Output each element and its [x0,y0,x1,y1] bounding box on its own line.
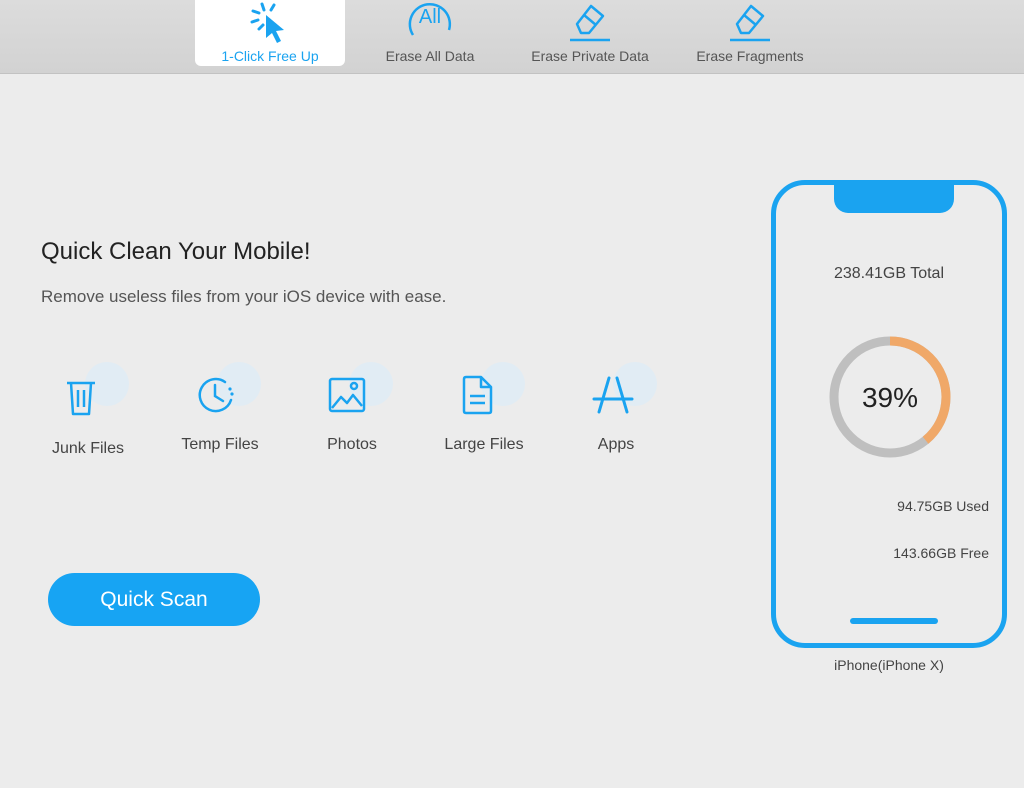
phone-outline: 238.41GB Total 39% 94.75GB Used 143.66GB… [771,180,1007,648]
app-store-icon [592,376,634,414]
quick-scan-button[interactable]: Quick Scan [48,573,260,626]
category-label: Temp Files [181,436,259,453]
category-apps[interactable]: Apps [561,362,671,454]
tab-label: Erase Private Data [531,48,649,64]
tab-label: Erase Fragments [696,48,804,64]
image-icon [328,377,366,413]
storage-donut-chart: 39% [829,336,951,458]
category-junk-files[interactable]: Junk Files [33,362,143,458]
all-icon-text: All [419,6,441,28]
eraser-icon [567,0,613,49]
category-label: Large Files [444,436,524,453]
phone-home-bar [850,618,938,624]
tab-1-click-free-up[interactable]: 1-Click Free Up [195,0,345,66]
category-temp-files[interactable]: Temp Files [165,362,275,454]
category-label: Apps [597,436,635,453]
storage-free: 143.66GB Free [893,545,989,561]
top-toolbar: 1-Click Free Up All Erase All Data Erase… [0,0,1024,74]
all-icon: All [405,0,455,49]
storage-total: 238.41GB Total [833,265,944,282]
tab-erase-private-data[interactable]: Erase Private Data [515,0,665,66]
storage-percent: 39% [862,382,918,413]
page-subtitle: Remove useless files from your iOS devic… [41,287,447,306]
page-title: Quick Clean Your Mobile! [41,238,311,265]
tab-erase-fragments[interactable]: Erase Fragments [675,0,825,66]
category-label: Photos [327,436,377,453]
tab-erase-all-data[interactable]: All Erase All Data [355,0,505,66]
cursor-click-icon [247,0,293,51]
eraser-icon [727,0,773,49]
category-large-files[interactable]: Large Files [429,362,539,454]
phone-notch [834,183,954,213]
device-name: iPhone(iPhone X) [834,657,944,673]
category-photos[interactable]: Photos [297,362,407,454]
tab-label: Erase All Data [385,48,475,64]
tab-label: 1-Click Free Up [221,48,319,64]
trash-icon [67,381,95,416]
clock-icon [198,377,234,413]
file-icon [462,375,493,415]
storage-used: 94.75GB Used [897,498,989,514]
category-label: Junk Files [51,440,125,457]
